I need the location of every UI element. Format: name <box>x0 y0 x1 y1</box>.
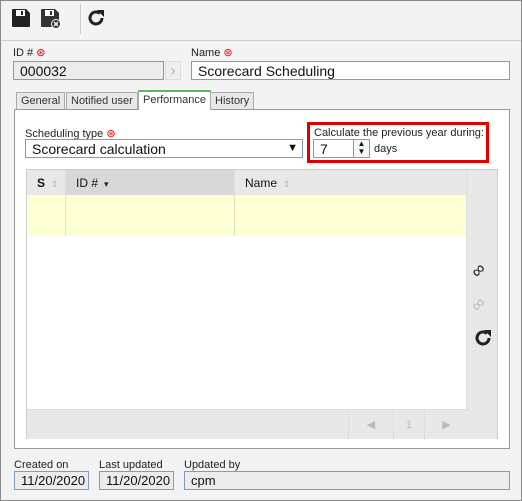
grid-pager: ◀ 1 ▶ <box>27 409 468 440</box>
column-label: S <box>37 176 46 190</box>
refresh-icon <box>88 10 104 26</box>
save-icon <box>12 9 30 27</box>
window: ID # ⊛ 000032 › Name ⊛ Scorecard Schedul… <box>0 0 522 501</box>
days-unit: days <box>374 143 398 155</box>
cell-s <box>27 195 66 236</box>
last-updated-label: Last updated <box>99 459 163 471</box>
table-row[interactable] <box>27 195 468 236</box>
refresh-button[interactable] <box>86 8 110 32</box>
created-label: Created on <box>14 459 69 471</box>
link-icon[interactable]: ∞ <box>466 259 490 283</box>
save-close-button[interactable] <box>40 8 64 32</box>
scheduling-type-value: Scorecard calculation <box>32 141 166 157</box>
next-page-icon[interactable]: ▶ <box>424 410 468 440</box>
unlink-icon[interactable]: ∞ <box>466 293 490 317</box>
tab-performance[interactable]: Performance <box>138 90 211 110</box>
sort-icon: ⇕ <box>283 179 291 189</box>
tab-notified-user[interactable]: Notified user <box>66 92 138 109</box>
toolbar <box>1 1 521 41</box>
spin-down-icon[interactable]: ▼ <box>354 148 369 156</box>
name-label: Name ⊛ <box>191 46 233 59</box>
required-icon: ⊛ <box>223 47 233 59</box>
data-grid: S ⇕ ID # ▾ Name ⇕ ∞ ∞ ◀ 1 ▶ <box>26 169 498 440</box>
page-number[interactable]: 1 <box>393 410 424 440</box>
tab-general[interactable]: General <box>16 92 66 109</box>
updated-by-field: cpm <box>184 471 510 490</box>
prev-page-icon[interactable]: ◀ <box>348 410 393 440</box>
sort-desc-icon: ▾ <box>104 179 109 189</box>
id-field[interactable]: 000032 <box>13 61 164 80</box>
name-field[interactable]: Scorecard Scheduling <box>191 61 510 80</box>
calc-days-input[interactable]: 7 <box>313 139 354 158</box>
scheduling-type-select[interactable]: Scorecard calculation ▼ <box>25 139 303 158</box>
refresh-icon <box>475 330 491 346</box>
save-button[interactable] <box>11 8 35 32</box>
required-icon: ⊛ <box>36 47 46 59</box>
calc-label: Calculate the previous year during: <box>314 127 484 139</box>
chevron-down-icon: ▼ <box>287 142 298 154</box>
column-header-s[interactable]: S ⇕ <box>27 170 66 195</box>
cell-name <box>235 195 468 236</box>
id-label-text: ID # <box>13 47 34 59</box>
column-header-name[interactable]: Name ⇕ <box>235 170 468 195</box>
last-updated-field: 11/20/2020 <box>99 471 174 490</box>
updated-by-label: Updated by <box>184 459 241 471</box>
id-label: ID # ⊛ <box>13 46 45 59</box>
sort-icon: ⇕ <box>51 179 59 189</box>
grid-side-toolbar: ∞ ∞ <box>466 170 497 439</box>
days-spinner[interactable]: ▲ ▼ <box>353 139 370 158</box>
save-close-icon <box>41 9 61 29</box>
column-label: Name <box>245 176 278 190</box>
column-header-id[interactable]: ID # ▾ <box>66 170 235 195</box>
grid-refresh-button[interactable] <box>473 328 493 351</box>
column-label: ID # <box>76 176 99 190</box>
id-next-button[interactable]: › <box>165 61 181 80</box>
toolbar-separator <box>80 4 81 34</box>
cell-id <box>66 195 235 236</box>
name-label-text: Name <box>191 47 221 59</box>
created-field: 11/20/2020 <box>14 471 89 490</box>
tab-history[interactable]: History <box>210 92 255 109</box>
